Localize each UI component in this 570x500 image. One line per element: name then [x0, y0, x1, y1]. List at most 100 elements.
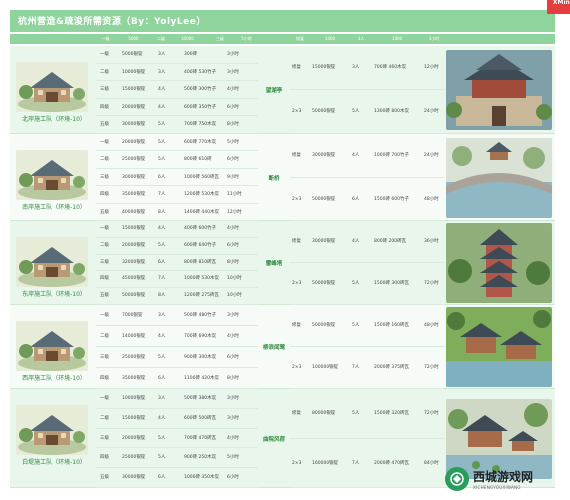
cell-people: 4人 — [158, 87, 166, 93]
repair-cell-time: 72小时 — [424, 365, 439, 370]
cell-material: 500砖 380木炭 — [184, 396, 217, 401]
cell-material: 1100砖 420木炭 — [184, 376, 219, 381]
repair-cell-people: 4人 — [352, 239, 360, 244]
team-label: 北岸施工队（环境-10） — [22, 116, 86, 123]
cell-people: 5人 — [158, 355, 166, 360]
building-section: 北岸施工队（环境-10） 一级 5000银锭 3人 300砖 3小时 二级 10000银锭 3人… — [10, 46, 555, 134]
cell-cost: 50000银锭 — [122, 293, 146, 299]
cell-level: 四级 — [100, 376, 109, 381]
building-name: 雷峰塔 — [265, 261, 283, 267]
cell-level: 四级 — [100, 192, 109, 198]
repair-cell-cost: 30000银锭 — [312, 239, 336, 244]
building-section: 西岸施工队（环境-10） 一级 7000银锭 3人 500砖 480竹子 3小时 二级 140… — [10, 305, 555, 389]
table-row: 四级 35000银锭 6人 1100砖 420木炭 8小时 — [96, 368, 258, 389]
header-cell: 二级 — [157, 36, 165, 41]
team-sketch-image — [16, 321, 88, 371]
cell-cost: 30000银锭 — [122, 475, 146, 481]
cell-people: 5人 — [158, 455, 166, 461]
cell-material: 900砖 250木炭 — [184, 455, 217, 461]
cell-people: 3人 — [158, 396, 166, 401]
table-row: 二级 14000银锭 4人 700砖 690木炭 4小时 — [96, 326, 258, 347]
cell-cost: 10000银锭 — [122, 396, 146, 401]
cell-level: 五级 — [100, 209, 109, 215]
cell-people: 8人 — [158, 293, 166, 299]
building-scene-image — [446, 50, 552, 130]
building-name: 望湖亭 — [265, 88, 283, 94]
cell-level: 二级 — [100, 415, 109, 421]
table-row: 三级 15000银锭 4人 500砖 300竹子 4小时 — [96, 81, 258, 99]
cell-time: 4小时 — [227, 226, 239, 231]
table-row: 一级 10000银锭 3人 500砖 380木炭 3小时 — [96, 389, 258, 409]
xmind-badge[interactable]: XMind — [547, 0, 570, 14]
cell-time: 6小时 — [227, 475, 239, 481]
cell-level: 四级 — [100, 104, 109, 110]
cell-people: 5人 — [158, 435, 166, 441]
cell-material: 500砖 480竹子 — [184, 313, 217, 318]
repair-cell-people: 6人 — [352, 196, 360, 202]
cell-material: 700砖 690木炭 — [184, 334, 217, 339]
cell-level: 一级 — [100, 313, 109, 318]
cell-cost: 30000银锭 — [122, 122, 146, 128]
cell-people: 6人 — [158, 475, 166, 481]
repair-row: 2×3 50000银锭 5人 1500砖 300砖瓦 72小时 — [290, 263, 445, 305]
cell-material: 1400砖 440木炭 — [184, 209, 219, 215]
building-section: 南岸施工队（环境-10） 一级 20000银锭 5人 600砖 770木炭 5小时 二级 25… — [10, 134, 555, 221]
header-cell: 3小时 — [428, 36, 440, 41]
repair-cell-time: 72小时 — [424, 281, 439, 286]
team-label: 西岸施工队（环境-10） — [22, 375, 86, 382]
cell-material: 400砖 530竹子 — [184, 69, 217, 75]
cell-time: 4小时 — [227, 87, 239, 93]
repair-cell-time: 24小时 — [424, 109, 439, 114]
repair-cell-type: 修复 — [292, 323, 301, 328]
repair-cell-people: 5人 — [352, 323, 360, 328]
cell-material: 700砖 470砖瓦 — [184, 435, 217, 441]
header-cell — [446, 34, 555, 44]
header-cell: 5000 — [128, 36, 139, 41]
cell-time: 9小时 — [227, 174, 239, 180]
repair-cell-people: 7人 — [352, 460, 360, 466]
repair-row: 2×3 50000银锭 5人 1300砖 800木炭 24小时 — [290, 90, 445, 134]
table-row: 四级 35000银锭 7人 1200砖 530木炭 11小时 — [96, 186, 258, 204]
cell-people: 8人 — [158, 209, 166, 215]
repair-row: 2×3 50000银锭 6人 1500砖 600竹子 48小时 — [290, 178, 445, 221]
repair-cell-people: 7人 — [352, 365, 360, 370]
table-row: 一级 20000银锭 5人 600砖 770木炭 5小时 — [96, 134, 258, 152]
repair-cell-material: 1500砖 320砖瓦 — [374, 411, 409, 416]
table-row: 三级 30000银锭 6人 1000砖 560砖瓦 9小时 — [96, 169, 258, 187]
team-sketch-image — [16, 405, 88, 455]
table-row: 三级 20000银锭 5人 700砖 470砖瓦 4小时 — [96, 429, 258, 449]
cell-material: 600砖 640竹子 — [184, 242, 217, 248]
table-row: 三级 32000银锭 6人 800砖 810砖瓦 8小时 — [96, 255, 258, 272]
cell-people: 3人 — [158, 69, 166, 75]
cell-time: 8小时 — [227, 122, 239, 128]
cell-level: 五级 — [100, 122, 109, 128]
repair-row: 修复 50000银锭 5人 1500砖 160砖瓦 48小时 — [290, 305, 445, 347]
cell-material: 900砖 300木炭 — [184, 355, 217, 360]
cell-level: 二级 — [100, 157, 109, 163]
table-row: 四级 45000银锭 7人 1000砖 530木炭 10小时 — [96, 271, 258, 289]
repair-cell-cost: 30000银锭 — [312, 153, 336, 158]
repair-row: 2×3 100000银锭 7人 2000砖 375砖瓦 72小时 — [290, 347, 445, 389]
team-label: 东岸施工队（环境-10） — [22, 291, 86, 298]
repair-row: 修复 80000银锭 5人 1500砖 320砖瓦 72小时 — [290, 389, 445, 439]
cell-level: 三级 — [100, 174, 109, 180]
cell-cost: 45000银锭 — [122, 276, 146, 282]
repair-cell-type: 2×3 — [292, 109, 302, 114]
cell-material: 1000砖 530木炭 — [184, 276, 219, 282]
header-cell: 三级 — [216, 36, 224, 41]
cell-level: 二级 — [100, 69, 109, 75]
cell-cost: 20000银锭 — [122, 104, 146, 110]
watermark-logo-icon — [445, 467, 469, 491]
cell-cost: 7000银锭 — [122, 313, 143, 318]
table-row: 三级 25000银锭 5人 900砖 300木炭 6小时 — [96, 347, 258, 368]
table-row: 五级 30000银锭 6人 1000砖 350木炭 6小时 — [96, 468, 258, 488]
cell-level: 三级 — [100, 87, 109, 93]
header-cell: 5小时 — [241, 36, 252, 41]
repair-cell-cost: 15000银锭 — [312, 65, 336, 70]
repair-cell-material: 1500砖 300砖瓦 — [374, 281, 409, 286]
repair-cell-time: 12小时 — [424, 65, 439, 70]
cell-people: 5人 — [158, 157, 166, 163]
cell-time: 11小时 — [227, 192, 242, 198]
cell-time: 6小时 — [227, 242, 239, 248]
cell-time: 10小时 — [227, 276, 242, 282]
